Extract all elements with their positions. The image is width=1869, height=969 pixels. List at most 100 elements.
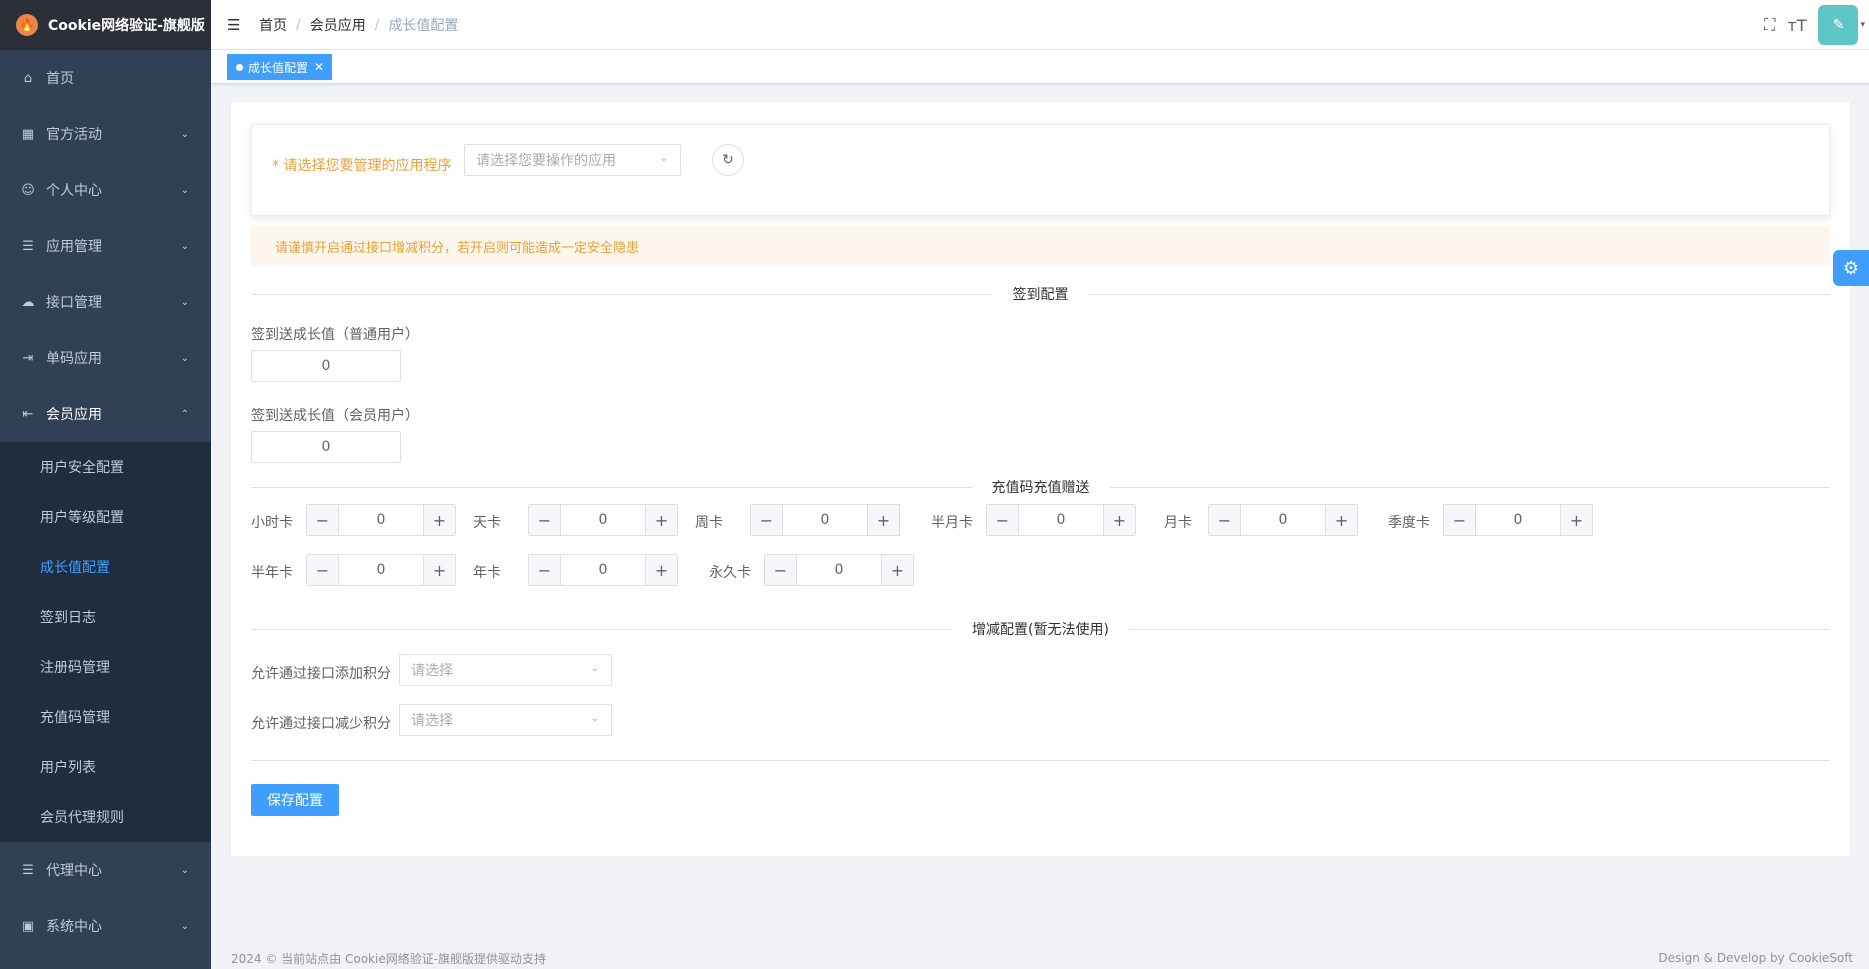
minus-button[interactable]: − <box>1209 505 1241 535</box>
breadcrumb-item[interactable]: 首页 <box>259 15 287 35</box>
form-divider <box>251 760 1830 761</box>
sign-vip-label: 签到送成长值（会员用户） <box>251 408 419 424</box>
stepper-value[interactable]: 0 <box>561 562 645 578</box>
sidebar-item-activities[interactable]: ▦ 官方活动 ⌄ <box>0 106 211 162</box>
sign-normal-input[interactable]: 0 <box>251 350 401 382</box>
refresh-button[interactable]: ↻ <box>712 144 744 176</box>
sidebar-subitem-register-code[interactable]: 注册码管理 <box>0 642 211 692</box>
sidebar-item-api-management[interactable]: ☁ 接口管理 ⌄ <box>0 274 211 330</box>
footer-credit: Design & Develop by CookieSoft <box>1658 951 1853 965</box>
plus-button[interactable]: + <box>1325 505 1357 535</box>
card-label-week: 周卡 <box>695 515 723 531</box>
grid-icon: ▦ <box>21 126 35 142</box>
card-stepper-permanent[interactable]: −0 + <box>764 554 914 586</box>
minus-button[interactable]: − <box>765 555 797 585</box>
list-tree-icon: ☰ <box>22 862 34 878</box>
monitor-icon: ▣ <box>21 918 35 934</box>
allow-sub-select[interactable]: 请选择 ⌄ <box>399 704 612 736</box>
minus-button[interactable]: − <box>529 555 561 585</box>
card-label-day: 天卡 <box>473 515 501 531</box>
minus-button[interactable]: − <box>1444 505 1476 535</box>
content-card: * 请选择您要管理的应用程序 请选择您要操作的应用 ⌄ ↻ 请谨慎开启通过接口增… <box>231 102 1850 856</box>
sidebar-item-single-code[interactable]: ⇥ 单码应用 ⌄ <box>0 330 211 386</box>
minus-button[interactable]: − <box>529 505 561 535</box>
save-button[interactable]: 保存配置 <box>251 784 339 816</box>
sidebar-subitem-user-list[interactable]: 用户列表 <box>0 742 211 792</box>
plus-button[interactable]: + <box>645 555 677 585</box>
list-tree-icon: ☰ <box>22 238 34 254</box>
stepper-value[interactable]: 0 <box>339 562 423 578</box>
minus-button[interactable]: − <box>751 505 783 535</box>
home-icon: ⌂ <box>23 70 33 86</box>
sidebar-subitem-agent-rules[interactable]: 会员代理规则 <box>0 792 211 842</box>
close-icon[interactable]: ✕ <box>314 60 324 74</box>
chevron-down-icon: ⌄ <box>659 153 668 164</box>
plus-button[interactable]: + <box>645 505 677 535</box>
sidebar-item-home[interactable]: ⌂ 首页 <box>0 50 211 106</box>
minus-button[interactable]: − <box>987 505 1019 535</box>
allow-add-select[interactable]: 请选择 ⌄ <box>399 654 612 686</box>
sidebar-subitem-growth[interactable]: 成长值配置 <box>0 542 211 592</box>
card-stepper-hour[interactable]: −0 + <box>306 504 456 536</box>
chevron-down-icon: ⌄ <box>180 352 189 364</box>
card-stepper-day[interactable]: −0 + <box>528 504 678 536</box>
sign-vip-input[interactable]: 0 <box>251 431 401 463</box>
logo-icon: 🔥 <box>16 14 38 36</box>
app-select-label: * 请选择您要管理的应用程序 <box>272 158 452 174</box>
tag-growth-config[interactable]: 成长值配置 ✕ <box>227 54 333 80</box>
back-arrow-icon: ⇤ <box>22 406 34 422</box>
chevron-down-icon: ⌄ <box>180 864 189 876</box>
breadcrumb-item[interactable]: 会员应用 <box>310 15 366 35</box>
caret-down-icon[interactable]: ▾ <box>1860 20 1865 30</box>
hamburger-icon[interactable]: ☰ <box>227 16 247 34</box>
chevron-down-icon: ⌄ <box>180 296 189 308</box>
warning-alert: 请谨慎开启通过接口增减积分，若开启则可能造成一定安全隐患 <box>251 226 1830 266</box>
app-logo[interactable]: 🔥 Cookie网络验证-旗舰版 <box>0 0 211 50</box>
sidebar-item-label: 会员应用 <box>46 407 102 423</box>
avatar[interactable]: ✎ <box>1818 5 1859 45</box>
stepper-value[interactable]: 0 <box>339 512 423 528</box>
minus-button[interactable]: − <box>307 505 339 535</box>
cloud-icon: ☁ <box>21 294 35 310</box>
card-label-halfyear: 半年卡 <box>251 565 293 581</box>
card-stepper-halfyear[interactable]: −0 + <box>306 554 456 586</box>
section-title-signin: 签到配置 <box>992 284 1089 304</box>
stepper-value[interactable]: 0 <box>797 562 881 578</box>
plus-button[interactable]: + <box>867 505 899 535</box>
app-select[interactable]: 请选择您要操作的应用 ⌄ <box>464 144 681 176</box>
fullscreen-icon[interactable]: ⛶ <box>1764 15 1775 35</box>
plus-button[interactable]: + <box>1103 505 1135 535</box>
settings-button[interactable]: ⚙ <box>1833 250 1869 286</box>
stepper-value[interactable]: 0 <box>1241 512 1325 528</box>
sidebar-item-app-management[interactable]: ☰ 应用管理 ⌄ <box>0 218 211 274</box>
plus-button[interactable]: + <box>423 555 455 585</box>
minus-button[interactable]: − <box>307 555 339 585</box>
card-label-quarter: 季度卡 <box>1388 515 1430 531</box>
stepper-value[interactable]: 0 <box>561 512 645 528</box>
sidebar-item-profile[interactable]: ☺ 个人中心 ⌄ <box>0 162 211 218</box>
sidebar-subitem-level[interactable]: 用户等级配置 <box>0 492 211 542</box>
sidebar-item-member-app[interactable]: ⇤ 会员应用 ⌃ <box>0 386 211 442</box>
sidebar-subitem-signin-log[interactable]: 签到日志 <box>0 592 211 642</box>
plus-button[interactable]: + <box>1560 505 1592 535</box>
stepper-value[interactable]: 0 <box>783 512 867 528</box>
card-stepper-week[interactable]: −0 + <box>750 504 900 536</box>
sidebar-subitem-security[interactable]: 用户安全配置 <box>0 442 211 492</box>
card-stepper-month[interactable]: −0 + <box>1208 504 1358 536</box>
card-stepper-halfmonth[interactable]: −0 + <box>986 504 1136 536</box>
plus-button[interactable]: + <box>423 505 455 535</box>
sidebar-item-system-center[interactable]: ▣ 系统中心 ⌄ <box>0 898 211 954</box>
sidebar-item-label: 代理中心 <box>46 863 102 879</box>
allow-sub-label: 允许通过接口减少积分 <box>251 716 391 732</box>
select-placeholder: 请选择 <box>411 663 453 679</box>
card-stepper-quarter[interactable]: −0 + <box>1443 504 1593 536</box>
sidebar-item-label: 系统中心 <box>46 919 102 935</box>
login-arrow-icon: ⇥ <box>22 350 34 366</box>
sidebar-subitem-recharge-code[interactable]: 充值码管理 <box>0 692 211 742</box>
card-stepper-year[interactable]: −0 + <box>528 554 678 586</box>
stepper-value[interactable]: 0 <box>1019 512 1103 528</box>
sidebar-item-agent-center[interactable]: ☰ 代理中心 ⌄ <box>0 842 211 898</box>
stepper-value[interactable]: 0 <box>1476 512 1560 528</box>
plus-button[interactable]: + <box>881 555 913 585</box>
font-size-icon[interactable]: тT <box>1787 16 1806 35</box>
